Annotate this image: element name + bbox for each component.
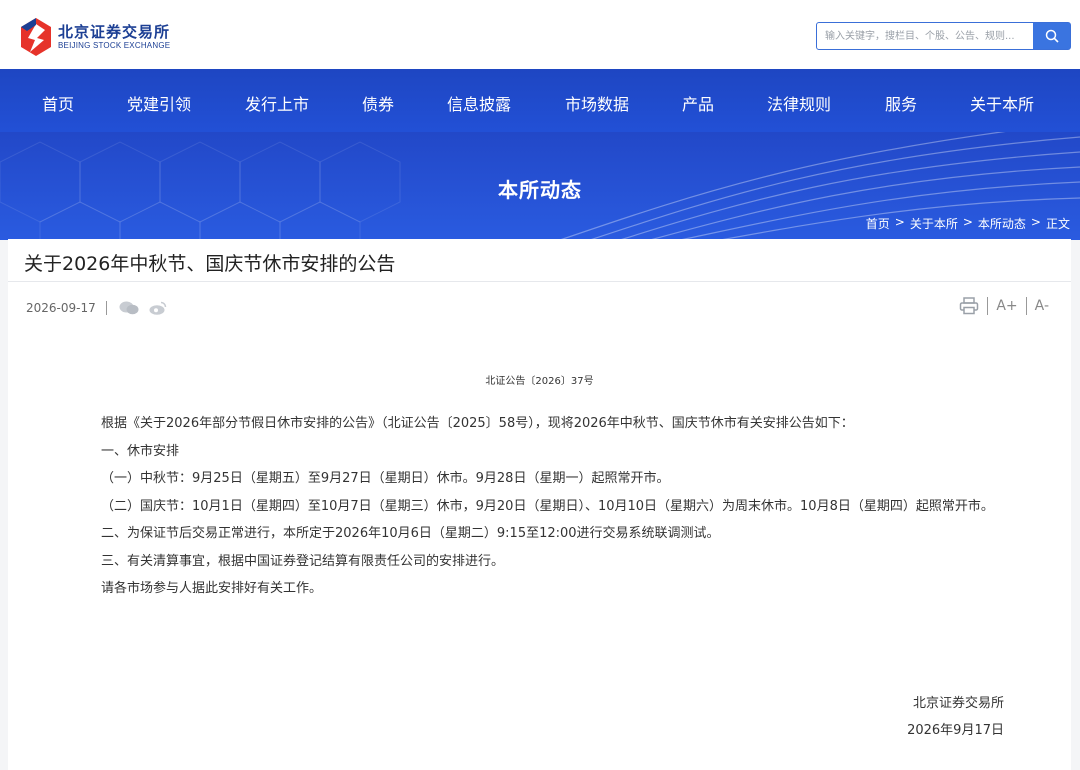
article-card: 关于2026年中秋节、国庆节休市安排的公告 2026-09-17 A+ A- 北… — [8, 239, 1071, 770]
nav-item-disclosure[interactable]: 信息披露 — [447, 91, 511, 115]
search-icon — [1045, 29, 1059, 43]
nav-item-bonds[interactable]: 债券 — [362, 91, 394, 115]
breadcrumb-separator: > — [894, 215, 905, 229]
publish-date: 2026-09-17 — [26, 301, 96, 315]
nav-item-about[interactable]: 关于本所 — [970, 91, 1034, 115]
site-logo[interactable]: 北京证券交易所 BEIJING STOCK EXCHANGE — [18, 16, 170, 58]
article-title: 关于2026年中秋节、国庆节休市安排的公告 — [24, 253, 396, 275]
nav-item-rules[interactable]: 法律规则 — [767, 91, 831, 115]
article-title-bar: 关于2026年中秋节、国庆节休市安排的公告 — [8, 239, 1071, 282]
breadcrumb-separator: > — [1030, 215, 1041, 229]
banner-title: 本所动态 — [498, 178, 582, 202]
tools-divider — [1025, 297, 1027, 315]
article-body: 根据《关于2026年部分节假日休市安排的公告》（北证公告〔2025〕58号），现… — [74, 410, 1006, 603]
main-nav: 首页 党建引领 发行上市 债券 信息披露 市场数据 产品 法律规则 服务 关于本… — [0, 69, 1080, 132]
nav-item-services[interactable]: 服务 — [885, 91, 917, 115]
tools-divider — [987, 297, 989, 315]
site-header: 北京证券交易所 BEIJING STOCK EXCHANGE — [0, 0, 1080, 69]
nav-item-market-data[interactable]: 市场数据 — [565, 91, 629, 115]
paragraph: （一）中秋节：9月25日（星期五）至9月27日（星期日）休市。9月28日（星期一… — [101, 471, 670, 486]
nav-item-listing[interactable]: 发行上市 — [245, 91, 309, 115]
logo-chinese-name: 北京证券交易所 — [58, 23, 171, 41]
signature-date: 2026年9月17日 — [907, 723, 1004, 738]
paragraph: （二）国庆节：10月1日（星期四）至10月7日（星期三）休市，9月20日（星期日… — [101, 498, 994, 514]
font-decrease-button[interactable]: A- — [1035, 298, 1049, 314]
paragraph: 二、为保证节后交易正常进行，本所定于2026年10月6日（星期二）9:15至12… — [101, 526, 720, 541]
article-meta: 2026-09-17 — [26, 301, 167, 315]
document-number: 北证公告〔2026〕37号 — [485, 376, 594, 387]
article-tools: A+ A- — [959, 297, 1049, 315]
logo-english-name: BEIJING STOCK EXCHANGE — [58, 41, 171, 50]
paragraph: 请各市场参与人据此安排好有关工作。 — [101, 581, 323, 596]
meta-divider — [105, 301, 107, 315]
signature-org: 北京证券交易所 — [912, 696, 1004, 711]
breadcrumb: 首页 > 关于本所 > 本所动态 > 正文 — [866, 215, 1070, 232]
search-input[interactable] — [817, 23, 1033, 49]
weibo-icon[interactable] — [149, 301, 167, 315]
breadcrumb-current: 正文 — [1045, 217, 1070, 231]
nav-item-party[interactable]: 党建引领 — [127, 91, 191, 115]
font-increase-button[interactable]: A+ — [996, 298, 1017, 314]
print-icon[interactable] — [959, 297, 979, 315]
breadcrumb-news[interactable]: 本所动态 — [978, 215, 1026, 232]
paragraph: 根据《关于2026年部分节假日休市安排的公告》（北证公告〔2025〕58号），现… — [101, 416, 854, 431]
search-box — [816, 22, 1071, 50]
search-button[interactable] — [1033, 23, 1070, 49]
breadcrumb-home[interactable]: 首页 — [866, 215, 890, 232]
paragraph: 三、有关清算事宜，根据中国证券登记结算有限责任公司的安排进行。 — [101, 553, 505, 569]
page-banner: 本所动态 首页 > 关于本所 > 本所动态 > 正文 — [0, 132, 1080, 240]
breadcrumb-separator: > — [962, 215, 973, 229]
nav-item-home[interactable]: 首页 — [42, 91, 74, 115]
breadcrumb-about[interactable]: 关于本所 — [910, 215, 958, 232]
bse-logo-icon — [21, 18, 51, 56]
signature: 北京证券交易所 2026年9月17日 — [907, 690, 1004, 744]
paragraph: 一、休市安排 — [101, 443, 180, 459]
nav-item-products[interactable]: 产品 — [682, 91, 714, 115]
wechat-icon[interactable] — [119, 301, 139, 315]
